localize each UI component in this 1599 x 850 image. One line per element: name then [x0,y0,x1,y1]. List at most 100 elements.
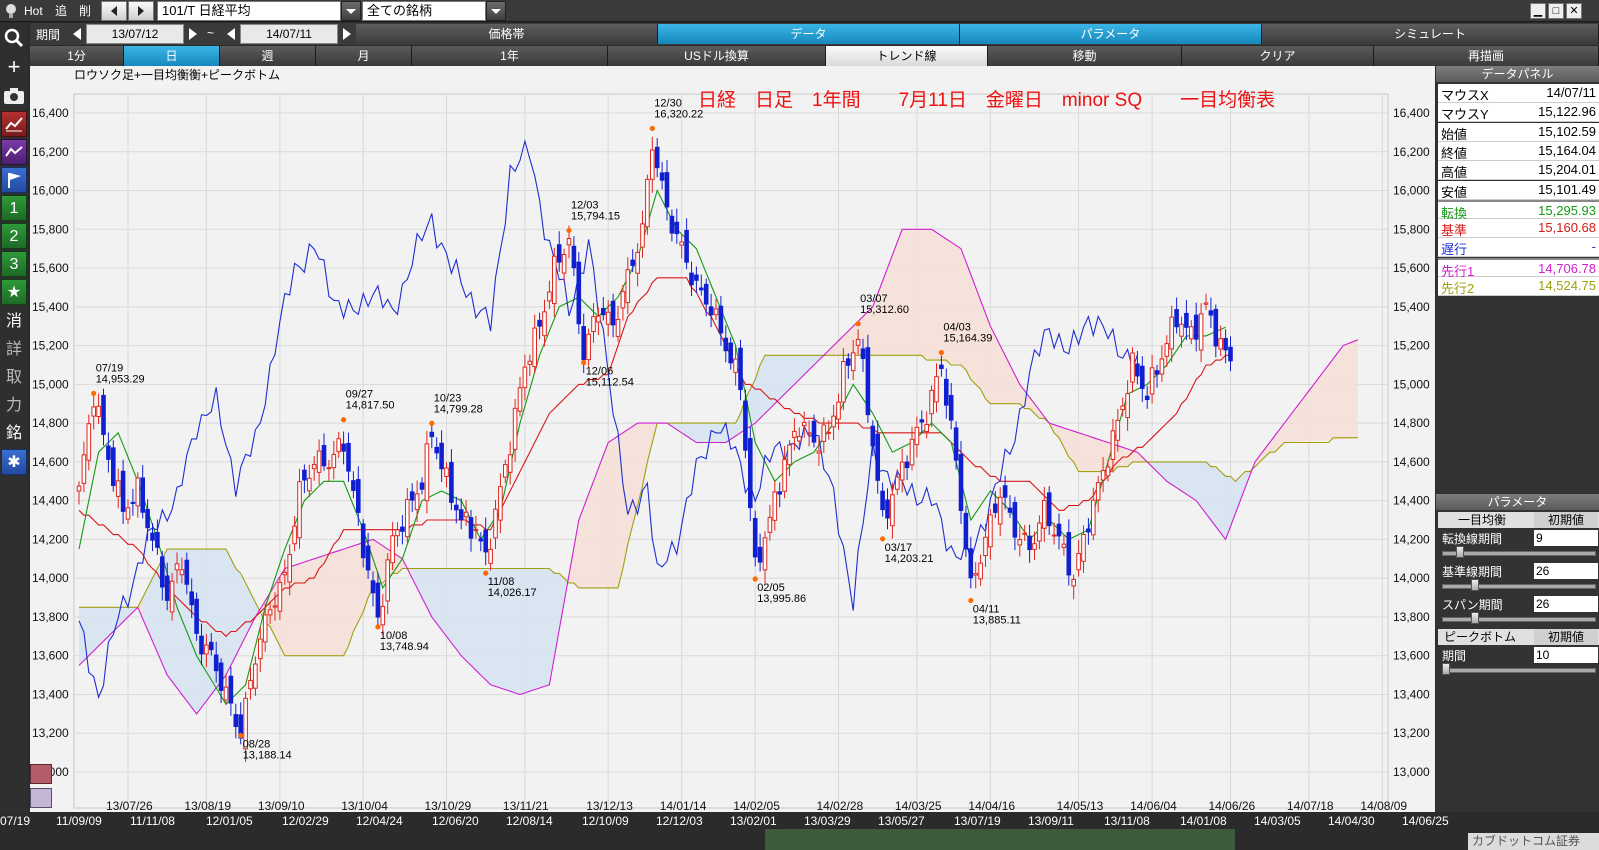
symbol-dropdown-button[interactable] [341,1,361,21]
candle-up [620,291,626,309]
candle-down [610,300,616,326]
data-panel-row: 安値 15,101.49 [1438,180,1599,200]
stock-button[interactable]: 銘 [1,421,27,447]
line-chart-icon[interactable] [1,111,27,137]
candle-down [865,347,871,416]
annotation-value: 14,203.21 [885,553,934,565]
redraw-button[interactable]: 再描画 [1374,46,1599,66]
date-from-prev-icon[interactable] [70,25,84,43]
close-button[interactable]: ✕ [1566,3,1582,19]
pb-period-slider[interactable] [1442,668,1596,673]
flag-icon[interactable] [1,167,27,193]
candle-up [890,494,895,527]
line-mini-icon[interactable] [30,788,52,808]
candle-down [189,591,194,606]
base-period-slider[interactable] [1442,584,1596,589]
maximize-button[interactable]: □ [1548,3,1564,19]
conv-period-label: 転換線期間 [1442,532,1503,546]
preset-2-button[interactable]: 2 [1,223,27,249]
conv-period-slider[interactable] [1442,551,1596,556]
hot-button[interactable]: Hot [24,2,43,20]
chart-svg[interactable]: 07/1914,953.2908/2813,188.1409/2714,817.… [30,66,1435,812]
timeframe-daily[interactable]: 日 [124,46,220,66]
tab-price-zone[interactable]: 価格帯 [356,24,658,44]
symbol-input[interactable]: 101/T 日経平均 [157,1,341,21]
timeframe-1min[interactable]: 1分 [30,46,124,66]
date-from-next-icon[interactable] [186,25,200,43]
left-toolbar: + 1 2 3 ★ 消 詳 取 力 銘 ✱ [0,23,28,823]
get-button[interactable]: 取 [1,365,27,391]
search-icon[interactable] [1,25,27,51]
pb-period-input[interactable]: 10 [1534,647,1598,663]
candle-up [792,430,797,438]
preset-1-button[interactable]: 1 [1,195,27,221]
peak-bottom-reset-button[interactable]: 初期値 [1534,629,1598,645]
date-to-input[interactable]: 14/07/11 [240,24,338,44]
span-period-slider[interactable] [1442,617,1596,622]
candle-down [728,342,734,364]
timeframe-monthly[interactable]: 月 [316,46,412,66]
span-period-slider-thumb[interactable] [1470,612,1479,624]
candle-down [743,400,748,451]
tab-data[interactable]: データ [658,24,960,44]
x-tick-label: 14/04/16 [968,799,1015,812]
y-tick-label-left: 16,000 [32,184,69,198]
data-panel-value: 15,102.59 [1538,123,1596,139]
delete-button[interactable]: 削 [79,2,91,20]
group-dropdown-button[interactable] [486,1,506,21]
candle-up [204,644,209,655]
x-tick-label: 14/05/13 [1057,799,1104,812]
span-period-input[interactable]: 26 [1534,596,1598,612]
pb-period-slider-thumb[interactable] [1442,663,1450,675]
base-period-slider-thumb[interactable] [1470,579,1479,591]
candle-up [983,536,988,557]
date-to-next-icon[interactable] [340,25,354,43]
conv-period-input[interactable]: 9 [1534,530,1598,546]
timeline-date-label: 12/01/05 [206,814,253,828]
candle-mini-icon[interactable] [30,764,52,784]
price-chart[interactable]: 07/19 14,953.29 08/28 13,188.14 09/27 14,817.… [30,66,1435,812]
indicator-icon[interactable] [1,139,27,165]
gear-icon[interactable]: ✱ [1,449,27,475]
date-from-input[interactable]: 13/07/12 [86,24,184,44]
prev-symbol-button[interactable] [101,1,127,21]
x-tick-label: 14/02/28 [817,799,864,812]
candle-down [1056,523,1062,537]
star-icon[interactable]: ★ [1,279,27,305]
trendline-button[interactable]: トレンド線 [826,46,988,66]
candle-down [1012,502,1018,538]
ichimoku-reset-button[interactable]: 初期値 [1534,512,1598,528]
candle-down [669,215,675,234]
candle-up [1218,338,1224,350]
tab-simulate[interactable]: シミュレート [1262,24,1599,44]
date-to-prev-icon[interactable] [224,25,238,43]
minimize-button[interactable]: ▁ [1530,3,1546,19]
next-symbol-button[interactable] [128,1,154,21]
candle-down [581,326,587,361]
base-period-input[interactable]: 26 [1534,563,1598,579]
usd-convert-button[interactable]: USドル換算 [608,46,826,66]
preset-3-button[interactable]: 3 [1,251,27,277]
add-button[interactable]: 追 [55,2,67,20]
timeframe-weekly[interactable]: 週 [220,46,316,66]
erase-button[interactable]: 消 [1,309,27,335]
conv-period-slider-thumb[interactable] [1456,546,1465,558]
detail-button[interactable]: 詳 [1,337,27,363]
range-1year[interactable]: 1年 [412,46,608,66]
crosshair-icon[interactable]: + [1,54,27,80]
camera-icon[interactable] [1,83,27,109]
candle-down [958,454,964,511]
candle-up [76,485,82,492]
group-select[interactable]: 全ての銘柄 [362,1,486,21]
candle-up [498,486,503,521]
input-button[interactable]: 力 [1,393,27,419]
tab-parameters[interactable]: パラメータ [960,24,1262,44]
move-button[interactable]: 移動 [988,46,1182,66]
data-panel-row: 転換 15,295.93 [1438,199,1599,221]
candle-down [537,319,542,327]
timeline-date-label: 12/06/20 [432,814,479,828]
lightbulb-icon[interactable] [4,3,18,19]
bottom-timeline[interactable]: 07/19 11/09/09 11/11/08 12/01/05 12/02/29 12/… [0,813,1599,850]
clear-button[interactable]: クリア [1182,46,1374,66]
candle-down [449,462,454,503]
